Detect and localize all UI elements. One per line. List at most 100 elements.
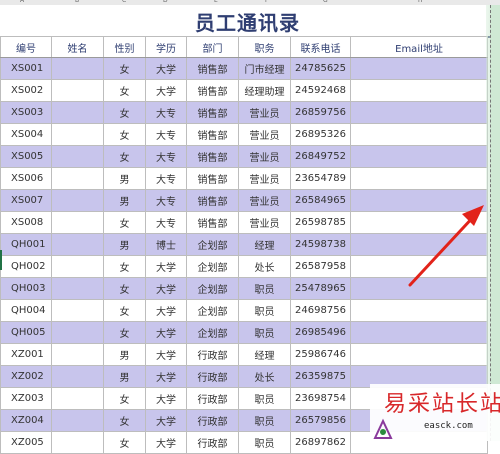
cell-id[interactable]: XS002 (0, 79, 52, 102)
cell-id[interactable]: XS006 (0, 167, 52, 190)
cell-department[interactable]: 销售部 (186, 79, 239, 102)
title-cell[interactable]: 员工通讯录 (0, 5, 490, 38)
cell-department[interactable]: 行政部 (186, 365, 239, 388)
cell-name[interactable] (51, 255, 104, 278)
cell-id[interactable]: XS005 (0, 145, 52, 168)
cell-education[interactable]: 大专 (145, 211, 187, 234)
header-id[interactable]: 编号 (0, 36, 52, 58)
cell-gender[interactable]: 女 (103, 101, 146, 124)
cell-education[interactable]: 大学 (145, 277, 187, 300)
cell-gender[interactable]: 男 (103, 233, 146, 256)
column-letter-c[interactable]: C (122, 0, 126, 4)
cell-education[interactable]: 大学 (145, 387, 187, 410)
cell-id[interactable]: XS007 (0, 189, 52, 212)
cell-id[interactable]: QH004 (0, 299, 52, 322)
cell-id[interactable]: XS003 (0, 101, 52, 124)
cell-gender[interactable]: 女 (103, 57, 146, 80)
cell-phone[interactable]: 26359875 (290, 365, 351, 388)
cell-name[interactable] (51, 167, 104, 190)
cell-position[interactable]: 经理助理 (238, 79, 291, 102)
cell-name[interactable] (51, 387, 104, 410)
column-letter-h[interactable]: H (418, 0, 423, 4)
header-education[interactable]: 学历 (145, 36, 187, 58)
cell-education[interactable]: 大学 (145, 343, 187, 366)
cell-gender[interactable]: 女 (103, 255, 146, 278)
cell-name[interactable] (51, 233, 104, 256)
cell-department[interactable]: 企划部 (186, 299, 239, 322)
cell-department[interactable]: 销售部 (186, 145, 239, 168)
cell-gender[interactable]: 女 (103, 277, 146, 300)
cell-position[interactable]: 营业员 (238, 101, 291, 124)
cell-phone[interactable]: 26895326 (290, 123, 351, 146)
cell-phone[interactable]: 26985496 (290, 321, 351, 344)
cell-gender[interactable]: 女 (103, 409, 146, 432)
cell-gender[interactable]: 男 (103, 343, 146, 366)
cell-position[interactable]: 营业员 (238, 211, 291, 234)
cell-department[interactable]: 销售部 (186, 123, 239, 146)
cell-department[interactable]: 行政部 (186, 431, 239, 454)
cell-education[interactable]: 大学 (145, 299, 187, 322)
cell-education[interactable]: 大学 (145, 321, 187, 344)
cell-education[interactable]: 大学 (145, 409, 187, 432)
cell-email[interactable] (350, 145, 488, 168)
cell-name[interactable] (51, 343, 104, 366)
cell-name[interactable] (51, 189, 104, 212)
cell-position[interactable]: 职员 (238, 299, 291, 322)
cell-gender[interactable]: 女 (103, 387, 146, 410)
cell-email[interactable] (350, 123, 488, 146)
column-letter-a[interactable]: A (20, 0, 24, 4)
cell-education[interactable]: 大专 (145, 145, 187, 168)
cell-department[interactable]: 企划部 (186, 255, 239, 278)
cell-phone[interactable]: 26859756 (290, 101, 351, 124)
cell-id[interactable]: QH001 (0, 233, 52, 256)
cell-phone[interactable]: 26598785 (290, 211, 351, 234)
cell-name[interactable] (51, 79, 104, 102)
cell-education[interactable]: 大专 (145, 167, 187, 190)
cell-email[interactable] (350, 277, 488, 300)
cell-id[interactable]: XS004 (0, 123, 52, 146)
header-gender[interactable]: 性别 (103, 36, 146, 58)
cell-email[interactable] (350, 211, 488, 234)
cell-email[interactable] (350, 255, 488, 278)
header-phone[interactable]: 联系电话 (290, 36, 351, 58)
cell-name[interactable] (51, 57, 104, 80)
header-name[interactable]: 姓名 (51, 36, 104, 58)
cell-name[interactable] (51, 145, 104, 168)
cell-id[interactable]: QH002 (0, 255, 52, 278)
cell-department[interactable]: 行政部 (186, 387, 239, 410)
header-position[interactable]: 职务 (238, 36, 291, 58)
cell-phone[interactable]: 24592468 (290, 79, 351, 102)
column-letter-f[interactable]: F (265, 0, 268, 4)
cell-name[interactable] (51, 277, 104, 300)
cell-department[interactable]: 销售部 (186, 101, 239, 124)
cell-position[interactable]: 职员 (238, 387, 291, 410)
cell-education[interactable]: 大专 (145, 101, 187, 124)
column-letter-g[interactable]: G (323, 0, 328, 4)
cell-position[interactable]: 职员 (238, 409, 291, 432)
cell-department[interactable]: 销售部 (186, 211, 239, 234)
cell-email[interactable] (350, 343, 488, 366)
cell-id[interactable]: XS001 (0, 57, 52, 80)
cell-position[interactable]: 营业员 (238, 145, 291, 168)
cell-position[interactable]: 处长 (238, 255, 291, 278)
cell-position[interactable]: 处长 (238, 365, 291, 388)
cell-department[interactable]: 企划部 (186, 233, 239, 256)
cell-id[interactable]: QH003 (0, 277, 52, 300)
cell-email[interactable] (350, 79, 488, 102)
cell-name[interactable] (51, 211, 104, 234)
cell-id[interactable]: XZ001 (0, 343, 52, 366)
cell-name[interactable] (51, 123, 104, 146)
cell-id[interactable]: XZ002 (0, 365, 52, 388)
cell-gender[interactable]: 男 (103, 189, 146, 212)
cell-phone[interactable]: 25986746 (290, 343, 351, 366)
cell-id[interactable]: XZ004 (0, 409, 52, 432)
cell-department[interactable]: 行政部 (186, 343, 239, 366)
cell-gender[interactable]: 男 (103, 365, 146, 388)
cell-email[interactable] (350, 57, 488, 80)
cell-position[interactable]: 门市经理 (238, 57, 291, 80)
column-letter-d[interactable]: D (163, 0, 168, 4)
cell-education[interactable]: 大专 (145, 123, 187, 146)
cell-phone[interactable]: 26897862 (290, 431, 351, 454)
cell-phone[interactable]: 24698756 (290, 299, 351, 322)
cell-email[interactable] (350, 167, 488, 190)
